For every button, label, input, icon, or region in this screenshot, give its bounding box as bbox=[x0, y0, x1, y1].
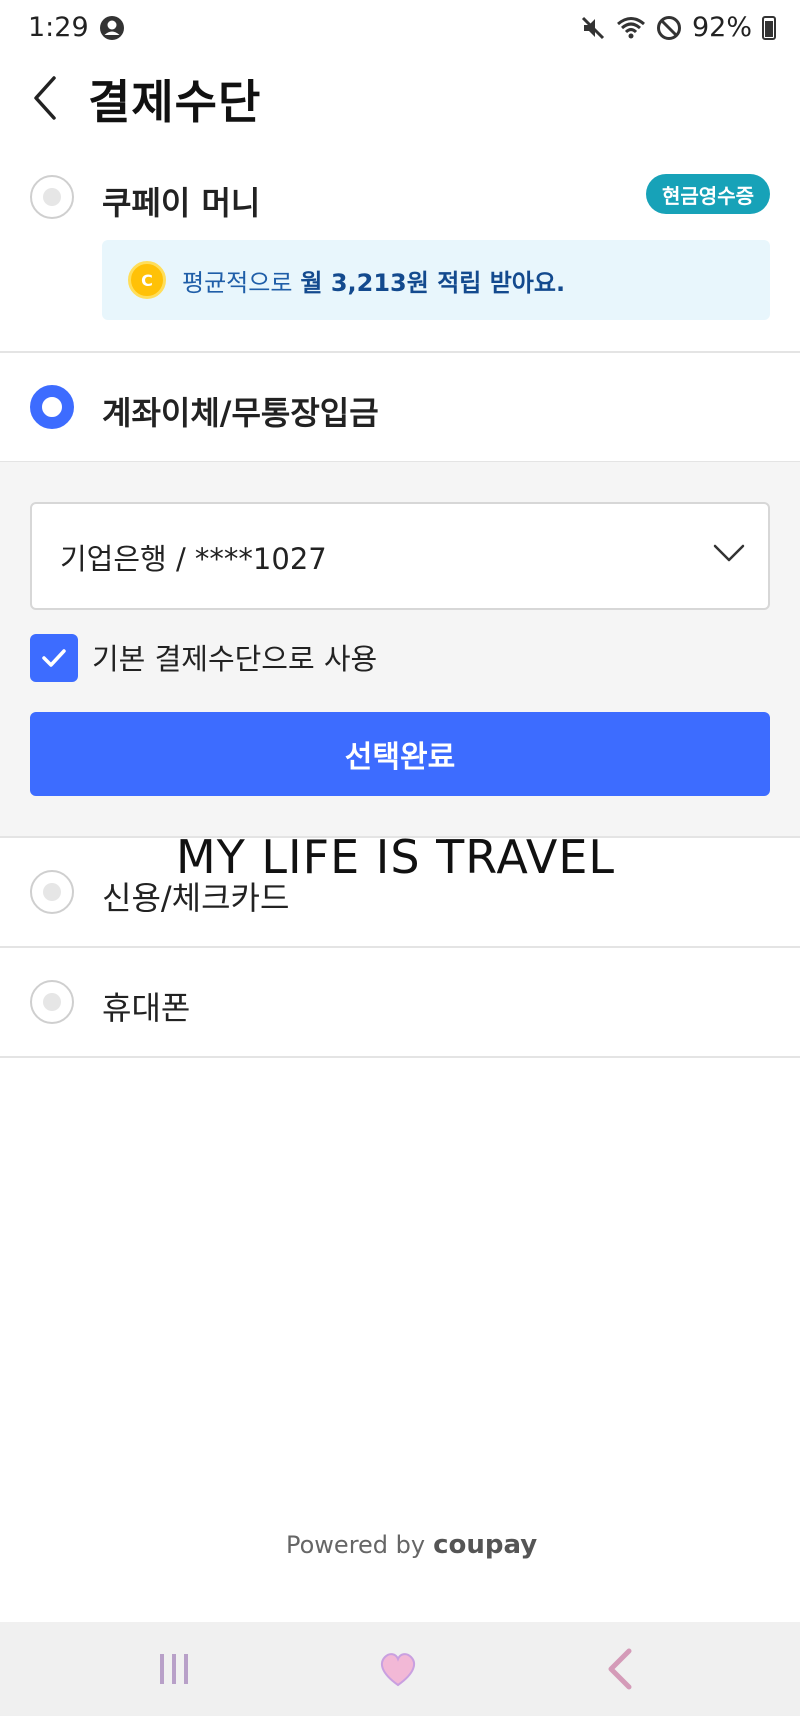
battery-percent: 92% bbox=[691, 12, 752, 43]
nav-back-button[interactable] bbox=[590, 1639, 650, 1699]
reward-info-box: C 평균적으로 월 3,213원 적립 받아요. bbox=[102, 240, 770, 320]
system-nav-bar bbox=[0, 1622, 800, 1716]
divider bbox=[0, 946, 800, 948]
back-button[interactable] bbox=[28, 70, 68, 126]
coin-icon: C bbox=[128, 261, 166, 299]
powered-by-footer: Powered by coupay bbox=[286, 1530, 537, 1560]
option-label-phone[interactable]: 휴대폰 bbox=[102, 983, 190, 1029]
option-label-bank-transfer[interactable]: 계좌이체/무통장입금 bbox=[102, 388, 379, 434]
watermark-text: MY LIFE IS TRAVEL bbox=[176, 830, 616, 884]
radio-bank-transfer[interactable] bbox=[30, 385, 74, 429]
radio-card[interactable] bbox=[30, 870, 74, 914]
chevron-down-icon bbox=[713, 544, 745, 562]
powered-by-text: Powered by bbox=[286, 1531, 426, 1559]
reward-info-prefix: 평균적으로 bbox=[182, 268, 293, 297]
battery-icon bbox=[762, 15, 776, 40]
account-select-value: 기업은행 / ****1027 bbox=[60, 542, 327, 576]
chevron-left-icon bbox=[34, 76, 56, 120]
status-bar-left: 1:29 bbox=[28, 12, 125, 43]
status-time: 1:29 bbox=[28, 12, 89, 43]
check-icon bbox=[42, 649, 66, 667]
wifi-icon bbox=[617, 16, 645, 38]
home-button[interactable] bbox=[368, 1639, 428, 1699]
divider bbox=[0, 1056, 800, 1058]
recent-apps-icon bbox=[160, 1654, 188, 1684]
status-bar-right: 92% bbox=[580, 12, 776, 43]
default-payment-checkbox[interactable] bbox=[30, 634, 78, 682]
heart-icon bbox=[380, 1653, 416, 1687]
recent-apps-button[interactable] bbox=[144, 1639, 204, 1699]
do-not-disturb-icon bbox=[656, 15, 681, 40]
radio-coupay-money[interactable] bbox=[30, 175, 74, 219]
cash-receipt-badge: 현금영수증 bbox=[646, 174, 770, 214]
divider bbox=[0, 351, 800, 353]
confirm-selection-button[interactable]: 선택완료 bbox=[30, 712, 770, 796]
mute-icon bbox=[581, 16, 605, 39]
brand-logo: coupay bbox=[433, 1530, 538, 1560]
reward-info-amount: 월 3,213원 적립 받아요. bbox=[300, 268, 566, 297]
page-title: 결제수단 bbox=[88, 75, 262, 129]
default-payment-label[interactable]: 기본 결제수단으로 사용 bbox=[92, 636, 377, 678]
option-label-coupay-money[interactable]: 쿠페이 머니 bbox=[102, 178, 260, 224]
account-select[interactable]: 기업은행 / ****1027 bbox=[30, 502, 770, 610]
back-arrow-icon bbox=[608, 1648, 632, 1690]
account-circle-icon bbox=[99, 15, 124, 40]
radio-phone[interactable] bbox=[30, 980, 74, 1024]
